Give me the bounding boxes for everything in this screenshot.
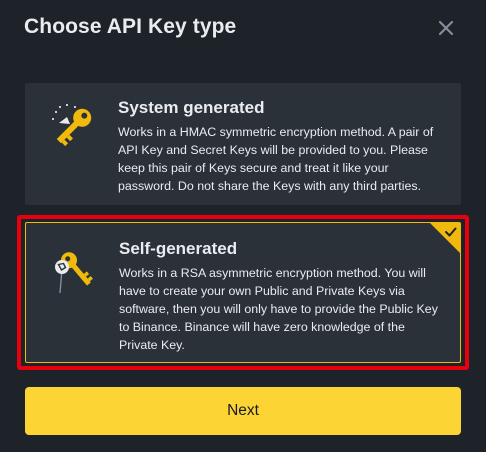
dialog-title: Choose API Key type [24,15,237,38]
next-button[interactable]: Next [25,387,461,435]
close-button[interactable] [433,15,459,41]
option-title: Self-generated [119,239,238,258]
key-pair-icon [55,252,93,294]
close-icon [438,20,454,36]
option-description: Works in a HMAC symmetric encryption met… [118,125,434,193]
selected-check-icon [430,223,460,253]
option-self-generated[interactable]: Self-generated Works in a RSA asymmetric… [25,222,461,363]
choose-api-key-dialog: Choose API Key type System generated Wor… [0,0,486,452]
option-title: System generated [118,98,265,117]
option-description: Works in a RSA asymmetric encryption met… [119,266,438,352]
key-icon [52,104,92,147]
option-system-generated[interactable]: System generated Works in a HMAC symmetr… [25,83,461,205]
